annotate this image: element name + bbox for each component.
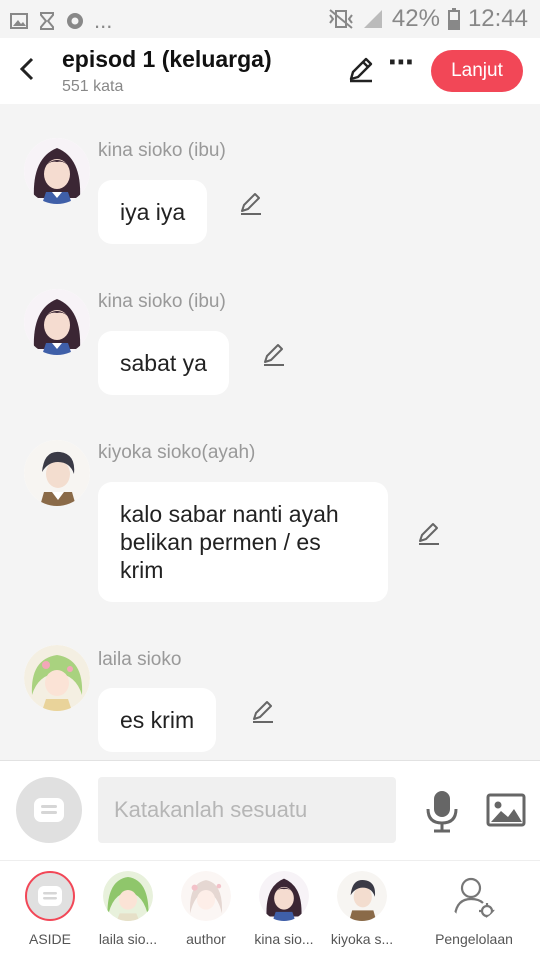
battery-percent: 42% — [391, 5, 440, 32]
episode-title: episod 1 (keluarga) — [62, 46, 272, 72]
character-tab-aside[interactable]: ASIDE — [10, 871, 90, 947]
character-tab-kiyoka[interactable]: kiyoka s... — [322, 871, 402, 947]
message-sender: kina sioko (ibu) — [98, 291, 226, 312]
laila-portrait-icon — [24, 645, 90, 711]
chevron-left-icon — [19, 57, 34, 81]
image-notification-icon — [10, 13, 28, 29]
edit-message-pencil-icon[interactable] — [250, 698, 276, 724]
manage-characters-button[interactable]: Pengelolaan — [424, 871, 524, 947]
next-button[interactable]: Lanjut — [431, 50, 523, 92]
composer — [0, 760, 540, 860]
chrome-icon — [67, 13, 83, 29]
user-settings-icon — [453, 877, 495, 919]
message-sender: laila sioko — [98, 649, 182, 670]
edit-message-pencil-icon[interactable] — [261, 341, 287, 367]
clock: 12:44 — [467, 5, 528, 32]
edit-message-pencil-icon[interactable] — [238, 190, 264, 216]
message-bubble[interactable]: kalo sabar nanti ayah belikan permen / e… — [98, 482, 388, 602]
microphone-icon[interactable] — [424, 789, 460, 833]
episode-header: episod 1 (keluarga) 551 kata ⋯ Lanjut — [0, 38, 540, 104]
author-portrait-icon — [181, 871, 231, 921]
author-avatar — [181, 871, 231, 921]
character-tab-label: ASIDE — [28, 931, 71, 947]
laila-portrait-icon — [103, 871, 153, 921]
hourglass-icon — [40, 12, 54, 30]
word-count: 551 kata — [62, 78, 124, 95]
aside-chat-icon — [38, 886, 62, 906]
aside-toggle-button[interactable] — [16, 777, 82, 843]
message-sender: kiyoka sioko(ayah) — [98, 442, 256, 463]
avatar-kina[interactable] — [24, 138, 90, 204]
kina-portrait-icon — [24, 138, 90, 204]
character-tab-label: laila sio... — [98, 931, 158, 947]
avatar-laila[interactable] — [24, 645, 90, 711]
character-tab-label: kiyoka s... — [330, 931, 394, 947]
kina-portrait-icon — [24, 289, 90, 355]
chat-area[interactable]: kina sioko (ibu) iya iya kina sioko (ibu… — [0, 104, 540, 760]
kina-portrait-icon — [259, 871, 309, 921]
kiyoka-avatar — [337, 871, 387, 921]
manage-avatar — [449, 871, 499, 921]
aside-avatar — [25, 871, 75, 921]
message-bubble[interactable]: sabat ya — [98, 331, 229, 395]
signal-icon — [363, 10, 382, 28]
status-dots: ... — [94, 8, 113, 33]
message-bubble[interactable]: es krim — [98, 688, 217, 752]
character-tab-kina[interactable]: kina sio... — [244, 871, 324, 947]
edit-title-pencil-icon[interactable] — [346, 54, 376, 84]
avatar-kiyoka[interactable] — [24, 440, 90, 506]
character-tab-label: author — [186, 931, 226, 947]
character-tab-author[interactable]: author — [166, 871, 246, 947]
laila-avatar — [103, 871, 153, 921]
aside-chat-icon — [34, 798, 64, 822]
character-tab-label: kina sio... — [254, 931, 314, 947]
more-options-icon[interactable]: ⋯ — [388, 49, 414, 82]
edit-message-pencil-icon[interactable] — [416, 520, 442, 546]
image-upload-icon[interactable] — [486, 793, 526, 827]
back-button[interactable] — [12, 54, 42, 84]
message-input[interactable] — [98, 777, 396, 843]
mute-vibrate-icon — [329, 9, 353, 29]
battery-icon — [447, 8, 460, 30]
status-bar: ... 42% 12:44 — [0, 0, 540, 38]
kiyoka-portrait-icon — [24, 440, 90, 506]
kina-avatar — [259, 871, 309, 921]
character-tab-laila[interactable]: laila sio... — [88, 871, 168, 947]
character-bar: ASIDE laila sio... author kina sio... ki… — [0, 860, 540, 960]
avatar-kina[interactable] — [24, 289, 90, 355]
character-tab-label: Pengelolaan — [435, 931, 513, 947]
message-sender: kina sioko (ibu) — [98, 140, 226, 161]
message-bubble[interactable]: iya iya — [98, 180, 208, 244]
kiyoka-portrait-icon — [337, 871, 387, 921]
